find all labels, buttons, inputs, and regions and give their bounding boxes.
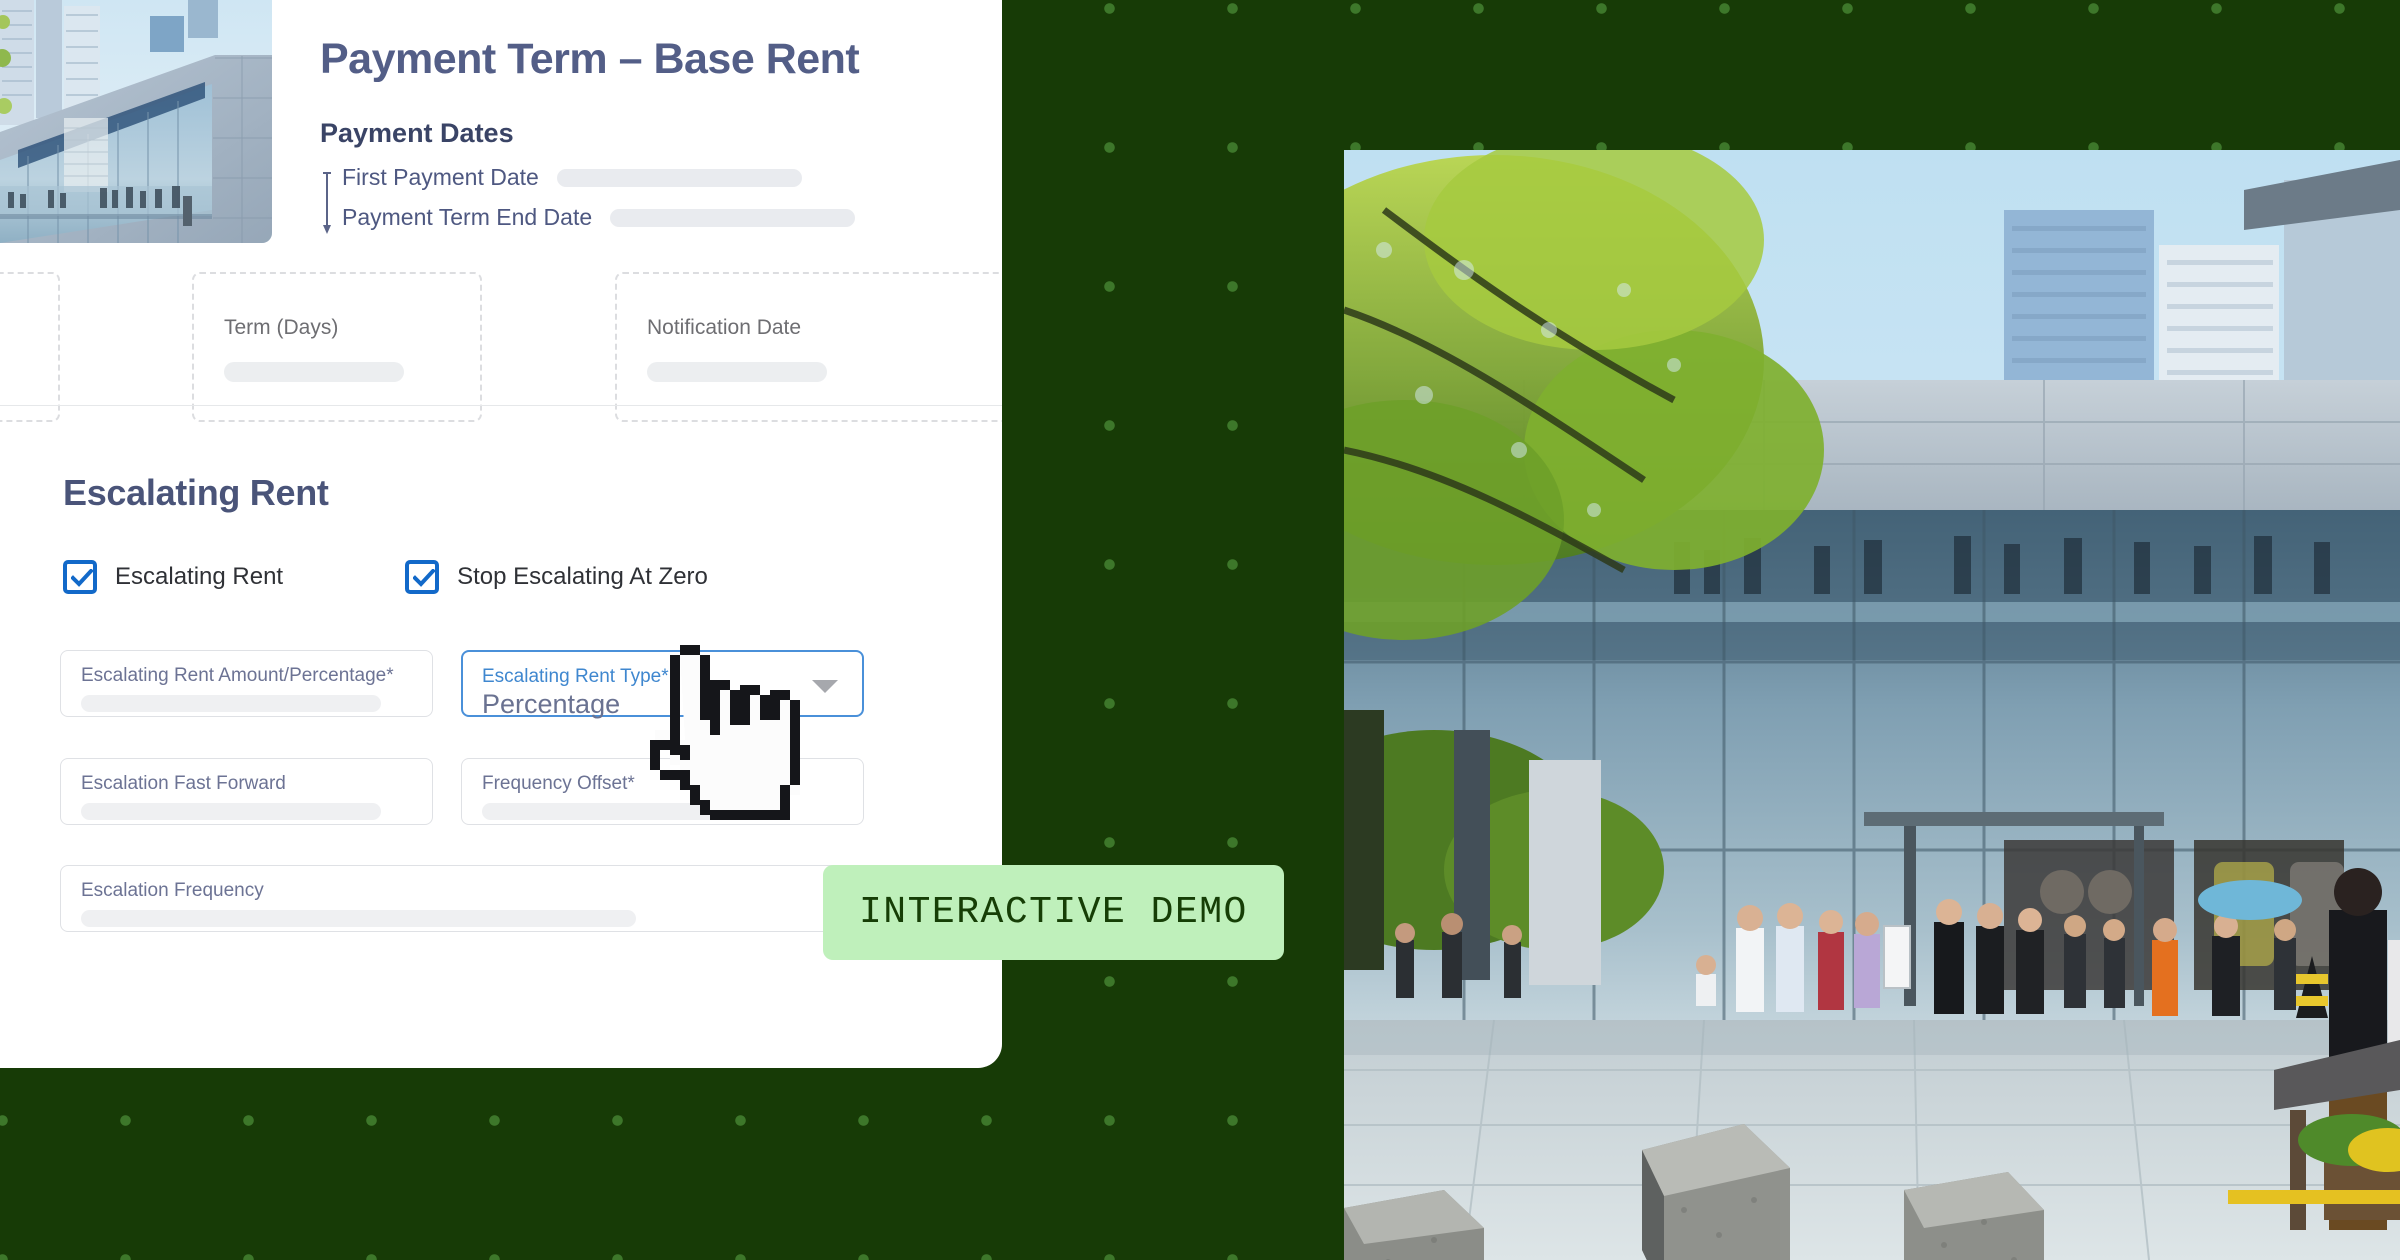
payment-date-row: Payment Term End Date <box>320 202 856 233</box>
checkbox-label-escalating-rent: Escalating Rent <box>115 563 284 590</box>
field-selected-value: Percentage <box>482 689 621 719</box>
field-value-placeholder <box>81 910 636 927</box>
dashed-field-box-term-days[interactable]: Term (Days) <box>192 272 482 422</box>
checkbox-stop-escalating-at-zero[interactable]: Stop Escalating At Zero <box>405 560 708 594</box>
field-label: Frequency Offset* <box>482 773 635 794</box>
interactive-demo-badge: INTERACTIVE DEMO <box>823 865 1284 960</box>
field-escalating-rent-amount[interactable]: Escalating Rent Amount/Percentage* <box>60 650 433 717</box>
field-value-placeholder <box>482 803 717 820</box>
notification-date-label: Notification Date <box>647 316 802 339</box>
term-days-label: Term (Days) <box>224 316 339 339</box>
payment-term-end-date-value-placeholder <box>610 208 856 227</box>
field-label: Escalating Rent Type* <box>482 666 669 687</box>
chevron-down-icon[interactable] <box>812 680 838 693</box>
field-value-placeholder <box>81 695 381 712</box>
dashed-field-row: Term (Days) Notification Date <box>0 272 1002 422</box>
field-escalating-rent-type[interactable]: Escalating Rent Type* Percentage <box>461 650 864 719</box>
checkbox-checked-icon[interactable] <box>405 560 440 594</box>
escalating-rent-checkbox-group: Escalating Rent Stop Escalating At Zero <box>63 560 708 594</box>
field-value-placeholder <box>81 803 381 820</box>
field-label: Escalating Rent Amount/Percentage* <box>81 665 394 686</box>
field-label: Escalation Fast Forward <box>81 773 286 794</box>
dashed-field-box[interactable] <box>0 272 60 422</box>
payment-term-end-date-label: Payment Term End Date <box>342 204 593 230</box>
first-payment-date-value-placeholder <box>556 168 802 187</box>
notification-date-value-placeholder <box>647 362 827 382</box>
term-days-value-placeholder <box>224 362 404 382</box>
building-thumbnail-image <box>0 0 272 243</box>
down-arrow-icon <box>323 172 331 234</box>
page-root: Payment Term – Base Rent Payment Dates F… <box>0 0 2400 1260</box>
payment-date-row: First Payment Date <box>320 162 855 193</box>
field-frequency-offset[interactable]: Frequency Offset* <box>461 758 864 825</box>
dashed-field-box-notification-date[interactable]: Notification Date <box>615 272 1002 422</box>
page-title: Payment Term – Base Rent <box>320 35 860 83</box>
checkbox-checked-icon[interactable] <box>63 560 97 594</box>
field-escalation-frequency[interactable]: Escalation Frequency <box>60 865 864 932</box>
payment-dates-heading: Payment Dates <box>320 118 514 148</box>
checkbox-escalating-rent[interactable]: Escalating Rent <box>63 560 283 594</box>
field-escalation-fast-forward[interactable]: Escalation Fast Forward <box>60 758 433 825</box>
first-payment-date-label: First Payment Date <box>342 164 539 190</box>
escalating-rent-heading: Escalating Rent <box>63 472 329 513</box>
payment-dates-list: First Payment Date Payment Term End Date <box>320 162 856 242</box>
checkbox-label-stop-escalating-at-zero: Stop Escalating At Zero <box>457 563 708 590</box>
plaza-photograph <box>1344 150 2400 1260</box>
interactive-demo-badge-label: INTERACTIVE DEMO <box>859 891 1248 934</box>
field-label: Escalation Frequency <box>81 880 264 901</box>
section-divider <box>0 405 1002 406</box>
